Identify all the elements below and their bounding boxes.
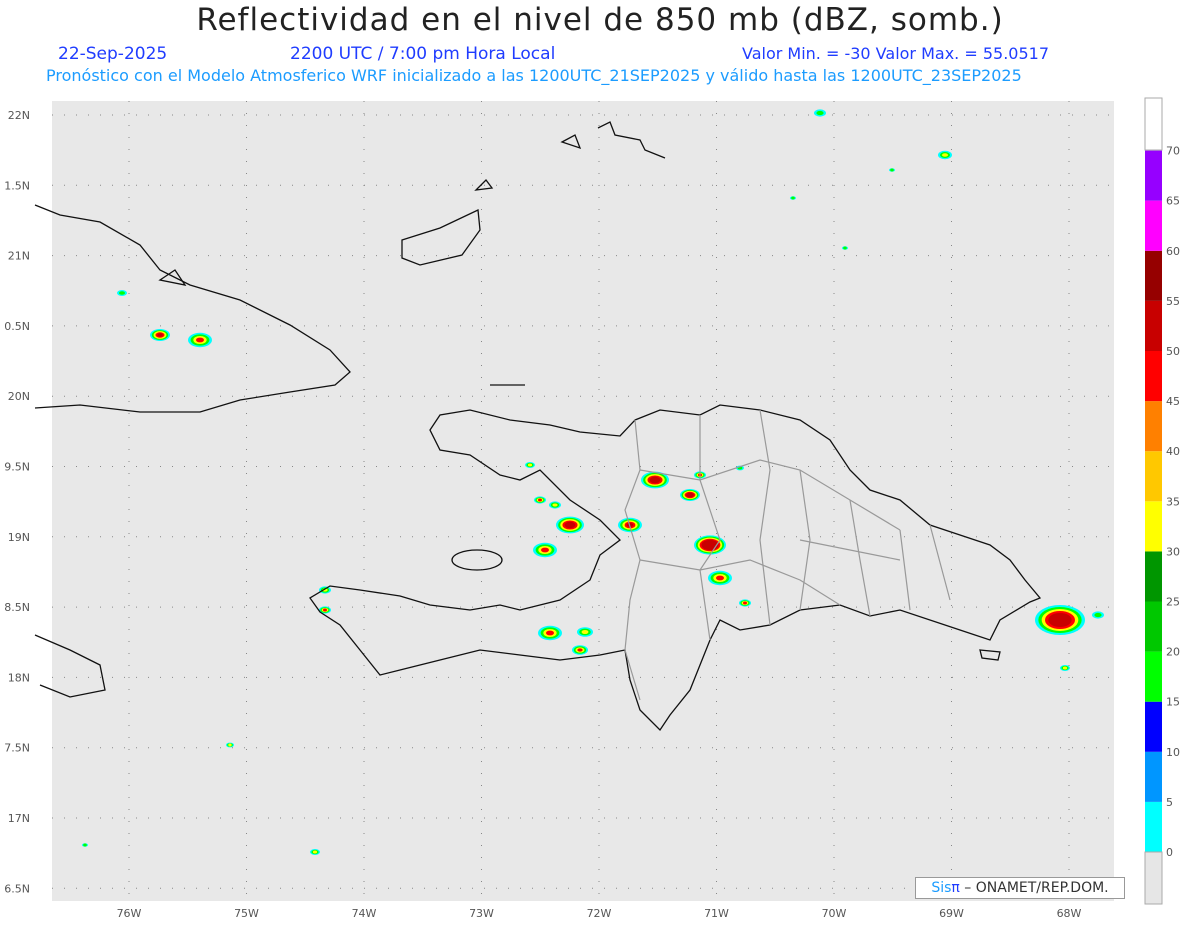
echo-cell	[843, 246, 847, 250]
lon-label: 72W	[587, 907, 612, 920]
echo-cell	[707, 543, 713, 547]
lat-label: 7.5N	[4, 742, 30, 755]
colorbar-label: 40	[1166, 445, 1180, 458]
colorbar-segment	[1145, 150, 1162, 201]
colorbar-below	[1144, 851, 1163, 905]
lon-label: 75W	[234, 907, 259, 920]
lon-label: 76W	[117, 907, 142, 920]
colorbar-segment	[1145, 351, 1162, 402]
reflectivity-map: 0 5 10 15 20 25 30 35 40 45 50 55 60 65 70 76W 75W 74W 73…	[4, 97, 1180, 920]
lon-label: 71W	[704, 907, 729, 920]
credit-onamet: – ONAMET/REP.DOM.	[959, 880, 1109, 896]
echo-cell	[527, 463, 533, 467]
lat-label: 0.5N	[4, 320, 30, 333]
echo-cell	[538, 498, 542, 502]
echo-cell	[581, 629, 589, 635]
echo-cell	[119, 291, 125, 295]
lon-label: 70W	[822, 907, 847, 920]
lon-label: 68W	[1057, 907, 1082, 920]
credit-sis: Sis	[931, 880, 952, 896]
colorbar-segment	[1145, 501, 1162, 552]
echo-cell	[552, 503, 558, 507]
echo-cell	[323, 608, 327, 612]
colorbar-segment	[1145, 200, 1162, 251]
colorbar-segment	[1145, 551, 1162, 602]
lon-label: 73W	[469, 907, 494, 920]
colorbar-label: 20	[1166, 646, 1180, 659]
colorbar-segment	[1145, 751, 1162, 802]
echo-cell	[1062, 666, 1068, 670]
lat-label: 6.5N	[4, 882, 30, 895]
map-background	[52, 101, 1114, 901]
colorbar-segment	[1145, 451, 1162, 502]
colorbar-segment	[1145, 651, 1162, 702]
colorbar: 0 5 10 15 20 25 30 35 40 45 50 55 60 65 70	[1144, 97, 1180, 905]
lon-label: 74W	[352, 907, 377, 920]
echo-cell	[577, 648, 583, 652]
colorbar-label: 25	[1166, 596, 1180, 609]
colorbar-label: 60	[1166, 245, 1180, 258]
colorbar-segment	[1145, 601, 1162, 652]
echo-cell	[312, 850, 318, 854]
echo-cell	[83, 843, 87, 847]
colorbar-label: 15	[1166, 696, 1180, 709]
colorbar-label: 10	[1166, 746, 1180, 759]
colorbar-label: 0	[1166, 846, 1173, 859]
credit-box: Sisπ – ONAMET/REP.DOM.	[915, 877, 1125, 899]
lon-label: 69W	[939, 907, 964, 920]
echo-cell	[816, 110, 824, 116]
echo-cell	[196, 337, 204, 343]
colorbar-label: 45	[1166, 395, 1180, 408]
colorbar-label: 30	[1166, 545, 1180, 558]
echo-cell	[890, 168, 894, 172]
colorbar-segment	[1145, 801, 1162, 852]
echo-cell	[228, 743, 232, 747]
colorbar-segment	[1145, 300, 1162, 351]
colorbar-label: 50	[1166, 345, 1180, 358]
lat-label: 1.5N	[4, 179, 30, 192]
colorbar-label: 70	[1166, 145, 1180, 158]
lat-label: 17N	[8, 812, 30, 825]
lat-label: 22N	[8, 109, 30, 122]
echo-cell	[566, 523, 574, 527]
lat-label: 20N	[8, 390, 30, 403]
lat-label: 9.5N	[4, 461, 30, 474]
echo-cell	[687, 493, 693, 497]
echo-cell	[716, 575, 724, 581]
lat-label: 8.5N	[4, 601, 30, 614]
lat-label: 18N	[8, 671, 30, 684]
colorbar-label: 35	[1166, 495, 1180, 508]
colorbar-label: 55	[1166, 295, 1180, 308]
colorbar-segment	[1145, 401, 1162, 452]
echo-cell	[743, 601, 747, 605]
echo-cell	[651, 478, 659, 482]
lat-label: 21N	[8, 250, 30, 263]
colorbar-label: 65	[1166, 195, 1180, 208]
echo-cell	[1055, 617, 1065, 623]
colorbar-segment	[1145, 250, 1162, 301]
echo-cell	[157, 333, 163, 337]
echo-cell	[541, 547, 549, 553]
echo-cell	[546, 630, 554, 636]
echo-cell	[1094, 612, 1102, 618]
echo-cell	[942, 153, 948, 157]
echo-cell	[791, 196, 795, 200]
credit-pi: π	[951, 880, 960, 896]
colorbar-above	[1144, 97, 1163, 151]
colorbar-segment	[1145, 701, 1162, 752]
lat-label: 19N	[8, 531, 30, 544]
colorbar-label: 5	[1166, 796, 1173, 809]
